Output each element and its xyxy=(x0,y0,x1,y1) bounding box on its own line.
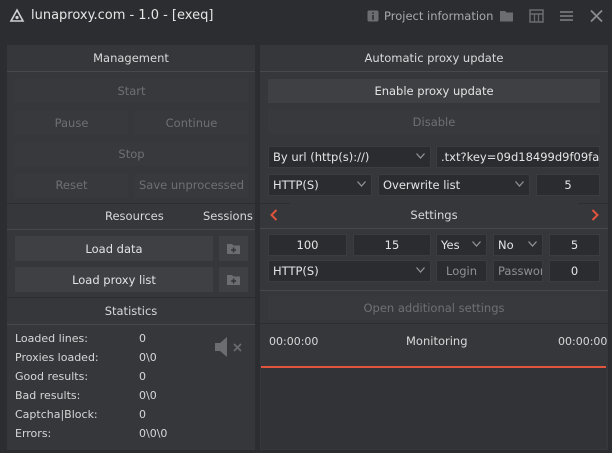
close-icon[interactable] xyxy=(589,9,604,23)
project-information-label: Project information xyxy=(384,9,494,23)
folder-add-icon xyxy=(227,275,240,285)
divider xyxy=(260,71,608,72)
table-icon[interactable] xyxy=(529,9,544,23)
reset-button[interactable]: Reset xyxy=(15,173,128,197)
folder-icon[interactable] xyxy=(499,9,514,23)
project-information-button[interactable]: Project information xyxy=(367,9,493,23)
divider xyxy=(260,290,608,291)
yes-value: Yes xyxy=(441,238,460,252)
stat-value: 0 xyxy=(139,370,146,383)
protocol-value: HTTP(S) xyxy=(273,178,319,192)
settings-header: Settings xyxy=(290,203,578,227)
chevron-down-icon xyxy=(416,153,425,159)
add-data-folder-button[interactable] xyxy=(219,236,248,261)
statistics-header: Statistics xyxy=(7,299,255,323)
open-additional-settings-button[interactable]: Open additional settings xyxy=(268,296,600,320)
source-type-select[interactable]: By url (http(s)://) xyxy=(268,146,431,168)
add-proxy-folder-button[interactable] xyxy=(219,267,248,292)
monitoring-graph-area xyxy=(261,368,606,449)
no-value: No xyxy=(498,238,514,252)
yes-select[interactable]: Yes xyxy=(436,234,487,256)
chevron-down-icon xyxy=(528,241,537,247)
stat-value: 0 xyxy=(139,332,146,345)
stat-value: 0\0\0 xyxy=(139,427,168,440)
stat-label: Errors: xyxy=(15,427,52,440)
divider xyxy=(7,229,255,230)
no-select[interactable]: No xyxy=(493,234,543,256)
folder-add-icon xyxy=(227,244,240,254)
retries-input[interactable]: 5 xyxy=(549,234,600,256)
settings-next-arrow-icon[interactable] xyxy=(591,209,599,221)
divider xyxy=(7,324,255,325)
password-input[interactable]: Passworc xyxy=(493,260,543,282)
enable-proxy-update-button[interactable]: Enable proxy update xyxy=(268,79,600,103)
monitoring-label: Monitoring xyxy=(406,334,468,348)
title-bar: lunaproxy.com - 1.0 - [exeq] Project inf… xyxy=(0,0,612,33)
stat-value: 0\0 xyxy=(139,389,157,402)
stat-value: 0\0 xyxy=(139,351,157,364)
load-proxy-list-button[interactable]: Load proxy list xyxy=(15,267,213,292)
save-unprocessed-button[interactable]: Save unprocessed xyxy=(135,173,248,197)
timeout-input[interactable]: 15 xyxy=(353,234,431,256)
app-logo-icon xyxy=(9,8,25,22)
protocol-select[interactable]: HTTP(S) xyxy=(268,174,372,196)
settings-prev-arrow-icon[interactable] xyxy=(270,209,278,221)
stat-label: Bad results: xyxy=(15,389,81,402)
chevron-down-icon xyxy=(416,267,425,273)
elapsed-time: 00:00:00 xyxy=(269,335,319,348)
sound-muted-icon[interactable] xyxy=(213,336,245,358)
menu-icon[interactable] xyxy=(559,9,574,23)
disable-button[interactable]: Disable xyxy=(268,110,600,134)
threads-input[interactable]: 100 xyxy=(268,234,347,256)
chevron-down-icon xyxy=(515,181,524,187)
resources-header: Resources xyxy=(105,209,164,223)
update-mode-select[interactable]: Overwrite list xyxy=(378,174,530,196)
url-input[interactable]: .txt?key=09d18499d9f09fa1aea xyxy=(436,146,600,168)
start-button[interactable]: Start xyxy=(15,79,248,103)
pause-button[interactable]: Pause xyxy=(15,111,128,135)
login-input[interactable]: Login xyxy=(436,260,487,282)
stat-label: Proxies loaded: xyxy=(15,351,99,364)
proxy-type-value: HTTP(S) xyxy=(273,264,319,278)
sessions-label[interactable]: Sessions xyxy=(203,209,253,223)
update-mode-value: Overwrite list xyxy=(383,178,461,192)
chevron-down-icon xyxy=(472,241,481,247)
proxy-type-select[interactable]: HTTP(S) xyxy=(268,260,431,282)
chevron-down-icon xyxy=(357,181,366,187)
port-input[interactable]: 0 xyxy=(549,260,600,282)
stat-value: 0 xyxy=(139,408,146,421)
divider xyxy=(260,228,608,229)
continue-button[interactable]: Continue xyxy=(135,111,248,135)
stat-label: Loaded lines: xyxy=(15,332,88,345)
window-title: lunaproxy.com - 1.0 - [exeq] xyxy=(31,8,214,23)
stat-label: Captcha|Block: xyxy=(15,408,98,421)
update-interval-input[interactable]: 5 xyxy=(536,174,600,196)
info-icon xyxy=(367,10,379,22)
load-data-button[interactable]: Load data xyxy=(15,236,213,261)
stat-label: Good results: xyxy=(15,370,89,383)
auto-update-header: Automatic proxy update xyxy=(260,46,608,70)
management-header: Management xyxy=(7,46,255,70)
stop-button[interactable]: Stop xyxy=(15,142,248,166)
source-type-value: By url (http(s)://) xyxy=(273,150,370,164)
remaining-time: 00:00:00 xyxy=(558,335,608,348)
divider xyxy=(7,71,255,72)
